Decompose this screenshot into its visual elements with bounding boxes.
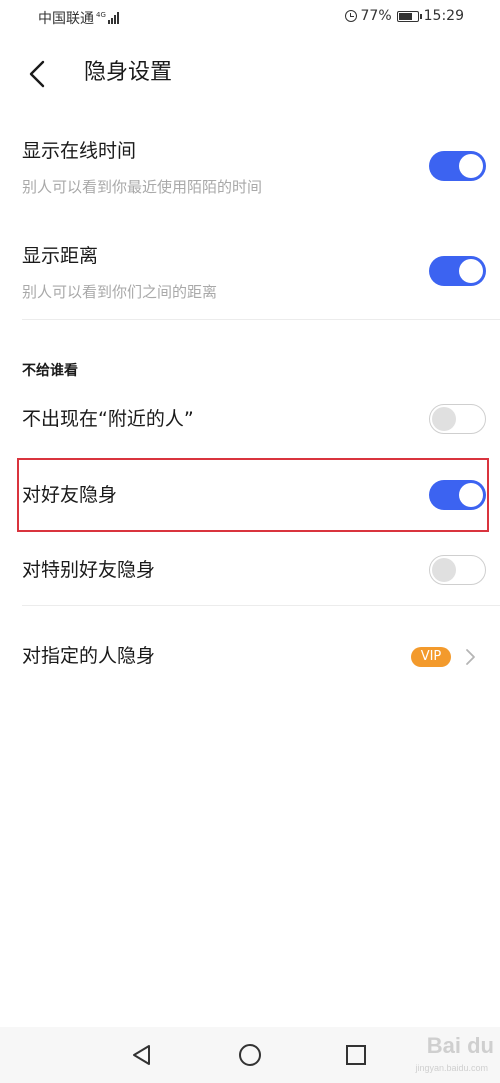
clock-time: 15:29 (423, 8, 464, 24)
watermark-sub: jingyan.baidu.com (415, 1063, 488, 1073)
watermark: Bai du jingyan.baidu.com (374, 1029, 494, 1079)
divider (22, 605, 500, 606)
setting-show-distance: 显示距离 别人可以看到你们之间的距离 (0, 237, 500, 317)
system-nav-bar: Bai du jingyan.baidu.com (0, 1027, 500, 1083)
battery-percent: 77% (360, 8, 392, 24)
show-online-time-toggle[interactable] (429, 151, 486, 181)
setting-show-online-time: 显示在线时间 别人可以看到你最近使用陌陌的时间 (0, 132, 500, 212)
toggle-knob (459, 154, 483, 178)
setting-title: 显示距离 (22, 245, 99, 267)
page-title: 隐身设置 (84, 60, 173, 85)
chevron-left-icon[interactable] (26, 60, 50, 88)
setting-hide-from-friends: 对好友隐身 (0, 474, 500, 518)
status-left: 中国联通 4G (38, 8, 120, 28)
setting-title: 显示在线时间 (22, 140, 137, 162)
toggle-knob (432, 407, 456, 431)
nav-home-icon[interactable] (239, 1044, 261, 1066)
setting-subtitle: 别人可以看到你们之间的距离 (22, 283, 218, 301)
setting-title: 对特别好友隐身 (22, 559, 156, 581)
battery-icon (396, 10, 422, 22)
alarm-icon (344, 10, 357, 22)
toggle-knob (459, 259, 483, 283)
divider (22, 319, 500, 320)
hide-from-special-friends-toggle[interactable] (429, 555, 486, 585)
setting-subtitle: 别人可以看到你最近使用陌陌的时间 (22, 178, 263, 196)
header: 隐身设置 (0, 36, 500, 112)
toggle-knob (459, 483, 483, 507)
hide-from-friends-toggle[interactable] (429, 480, 486, 510)
setting-title: 不出现在“附近的人” (22, 408, 194, 430)
status-bar: 中国联通 4G 77% 15:29 (0, 0, 500, 36)
status-right: 77% 15:29 (344, 8, 464, 24)
setting-hide-from-special-friends: 对特别好友隐身 (0, 549, 500, 593)
nav-back-icon[interactable] (131, 1044, 153, 1066)
nav-recent-apps-icon[interactable] (346, 1045, 366, 1065)
watermark-text: Bai du (426, 1033, 494, 1058)
vip-badge: VIP (411, 647, 451, 667)
network-type: 4G (96, 10, 106, 19)
battery-fill (398, 12, 412, 20)
section-title: 不给谁看 (22, 363, 78, 379)
hide-from-nearby-toggle[interactable] (429, 404, 486, 434)
carrier-name: 中国联通 (38, 11, 94, 27)
toggle-knob (432, 558, 456, 582)
setting-title: 对指定的人隐身 (22, 645, 156, 667)
chevron-right-icon (466, 649, 475, 665)
show-distance-toggle[interactable] (429, 256, 486, 286)
signal-icon (107, 12, 120, 24)
setting-title: 对好友隐身 (22, 484, 118, 506)
setting-hide-from-nearby: 不出现在“附近的人” (0, 398, 500, 442)
